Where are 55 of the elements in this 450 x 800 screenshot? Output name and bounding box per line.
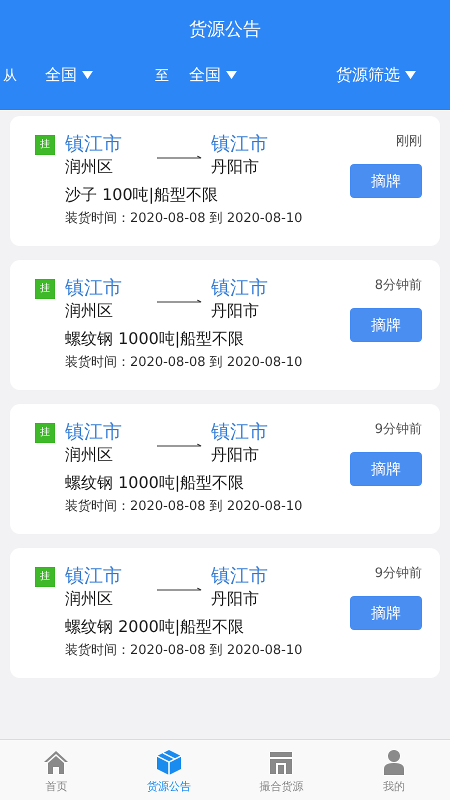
cargo-info: 螺纹钢 1000吨|船型不限 xyxy=(64,472,246,494)
destination-district: 丹阳市 xyxy=(211,588,260,610)
accept-button[interactable]: 摘牌 xyxy=(350,164,422,198)
loading-time: 装货时间：2020-08-08 到 2020-08-10 xyxy=(64,210,304,227)
destination-district: 丹阳市 xyxy=(211,300,260,322)
origin-city: 镇江市 xyxy=(65,420,123,444)
page-title: 货源公告 xyxy=(188,18,262,41)
accept-button[interactable]: 摘牌 xyxy=(350,308,422,342)
to-label: 至 xyxy=(155,66,169,84)
listing-card[interactable]: 挂 镇江市 润州区 镇江市 丹阳市 螺纹钢 1000吨|船型不限 装货时间：2020-08-08 到 2020-08-10 9分钟前 摘牌 xyxy=(10,404,440,534)
posted-time: 9分钟前 xyxy=(374,421,422,438)
listing-badge: 挂 xyxy=(35,567,55,587)
tab[interactable]: 我的 xyxy=(338,740,450,800)
tab[interactable]: 撮合货源 xyxy=(225,740,338,800)
origin-city: 镇江市 xyxy=(65,132,123,156)
listing-badge: 挂 xyxy=(35,135,55,155)
listing-card[interactable]: 挂 镇江市 润州区 镇江市 丹阳市 螺纹钢 2000吨|船型不限 装货时间：2020-08-08 到 2020-08-10 9分钟前 摘牌 xyxy=(10,548,440,678)
destination-city: 镇江市 xyxy=(211,276,269,300)
caret-icon xyxy=(82,71,93,80)
caret-icon xyxy=(405,71,416,80)
tab[interactable]: 首页 xyxy=(0,740,112,800)
origin-district: 润州区 xyxy=(65,300,114,322)
destination-city: 镇江市 xyxy=(211,564,269,588)
listing-card[interactable]: 挂 镇江市 润州区 镇江市 丹阳市 螺纹钢 1000吨|船型不限 装货时间：2020-08-08 到 2020-08-10 8分钟前 摘牌 xyxy=(10,260,440,390)
cargo-info: 螺纹钢 1000吨|船型不限 xyxy=(64,328,246,350)
origin-city: 镇江市 xyxy=(65,564,123,588)
accept-button[interactable]: 摘牌 xyxy=(350,452,422,486)
caret-icon xyxy=(226,71,237,80)
listing-badge: 挂 xyxy=(35,279,55,299)
origin-dropdown[interactable]: 全国 xyxy=(45,65,93,86)
listing-badge: 挂 xyxy=(35,423,55,443)
box-icon xyxy=(154,748,183,776)
origin-district: 润州区 xyxy=(65,588,114,610)
posted-time: 8分钟前 xyxy=(374,277,422,294)
listing-card[interactable]: 挂 镇江市 润州区 镇江市 丹阳市 沙子 100吨|船型不限 装货时间：2020-08-08 到 2020-08-10 刚刚 摘牌 xyxy=(10,116,440,246)
origin-district: 润州区 xyxy=(65,444,114,466)
destination-city: 镇江市 xyxy=(211,420,269,444)
from-label: 从 xyxy=(3,66,17,84)
accept-button[interactable]: 摘牌 xyxy=(350,596,422,630)
destination-district: 丹阳市 xyxy=(211,156,260,178)
loading-time: 装货时间：2020-08-08 到 2020-08-10 xyxy=(64,498,304,515)
origin-district: 润州区 xyxy=(65,156,114,178)
posted-time: 刚刚 xyxy=(396,133,422,150)
posted-time: 9分钟前 xyxy=(374,565,422,582)
destination-dropdown[interactable]: 全国 xyxy=(189,65,237,86)
cargo-info: 螺纹钢 2000吨|船型不限 xyxy=(64,616,246,638)
house-icon xyxy=(42,748,70,776)
cargo-info: 沙子 100吨|船型不限 xyxy=(64,184,220,206)
filter-dropdown[interactable]: 货源筛选 xyxy=(336,65,416,86)
origin-city: 镇江市 xyxy=(65,276,123,300)
tab[interactable]: 货源公告 xyxy=(112,740,225,800)
loading-time: 装货时间：2020-08-08 到 2020-08-10 xyxy=(64,354,304,371)
loading-time: 装货时间：2020-08-08 到 2020-08-10 xyxy=(64,642,304,659)
destination-city: 镇江市 xyxy=(211,132,269,156)
destination-district: 丹阳市 xyxy=(211,444,260,466)
